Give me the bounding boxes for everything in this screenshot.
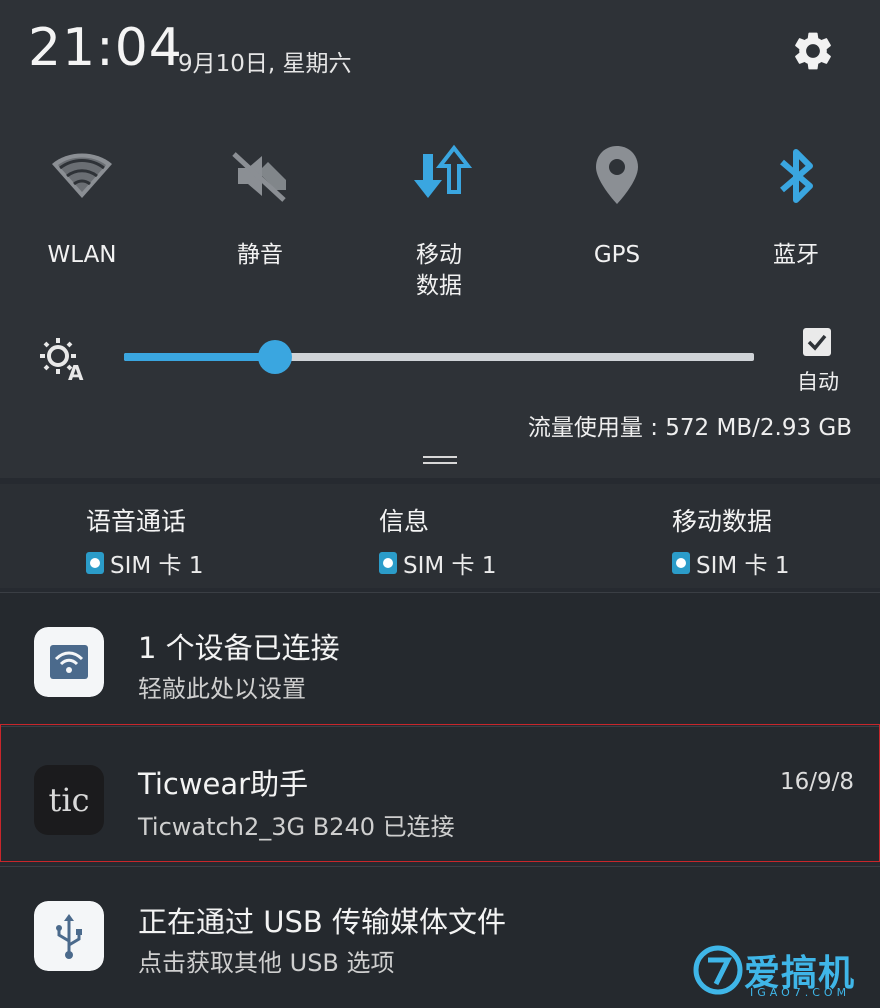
svg-text:A: A [68, 361, 84, 382]
notification-text: 轻敲此处以设置 [138, 675, 306, 703]
bluetooth-icon [780, 149, 813, 203]
brightness-auto-icon: A [40, 338, 84, 382]
quick-settings-panel: 21:04 9月10日, 星期六 WLAN 静音 移动 数据 GPS 蓝牙 A … [0, 0, 880, 478]
data-usage-text[interactable]: 流量使用量 : 572 MB/2.93 GB [528, 408, 852, 442]
notification-ticwear[interactable]: tic Ticwear助手 Ticwatch2_3G B240 已连接 16/9… [0, 726, 880, 861]
sim-card-icon [672, 552, 690, 574]
tile-label: 蓝牙 [773, 242, 819, 268]
auto-brightness-checkbox[interactable] [803, 328, 831, 356]
notification-text: 点击获取其他 USB 选项 [138, 949, 395, 977]
sim-card-icon [86, 552, 104, 574]
tile-bluetooth[interactable]: 蓝牙 [731, 140, 861, 271]
usb-icon [34, 901, 104, 971]
tile-label: WLAN [47, 242, 117, 268]
notification-time: 16/9/8 [779, 769, 854, 795]
sim-voice-call[interactable]: 语音通话 SIM 卡 1 [86, 502, 203, 580]
notification-title: 正在通过 USB 传输媒体文件 [138, 905, 506, 939]
sim-card-icon [379, 552, 397, 574]
notification-title: Ticwear助手 [138, 767, 309, 801]
location-icon [596, 146, 638, 204]
notification-hotspot[interactable]: 1 个设备已连接 轻敲此处以设置 [0, 592, 880, 723]
notification-text: Ticwatch2_3G B240 已连接 [138, 813, 455, 841]
gear-icon[interactable] [790, 28, 836, 74]
mobile-data-icon [414, 144, 473, 198]
sim-messages[interactable]: 信息 SIM 卡 1 [379, 502, 496, 580]
sim-label: SIM 卡 1 [403, 553, 497, 579]
tile-label: GPS [593, 242, 641, 268]
ticwear-app-icon: tic [34, 765, 104, 835]
sim-mobile-data[interactable]: 移动数据 SIM 卡 1 [672, 502, 789, 580]
tile-wlan[interactable]: WLAN [17, 140, 147, 271]
watermark-subtext: IGAO7.COM [750, 986, 851, 999]
tile-gps[interactable]: GPS [552, 140, 682, 271]
tile-label: 静音 [237, 242, 283, 268]
date-label[interactable]: 9月10日, 星期六 [178, 44, 352, 78]
ticwear-logo-text: tic [48, 781, 90, 819]
brightness-slider-fill [124, 353, 276, 361]
mute-icon [232, 152, 286, 202]
brightness-slider[interactable] [124, 340, 754, 374]
sim-label: SIM 卡 1 [110, 553, 204, 579]
drag-handle[interactable] [423, 456, 457, 464]
auto-brightness-label: 自动 [797, 370, 839, 394]
sim-title: 移动数据 [672, 507, 773, 536]
notification-title: 1 个设备已连接 [138, 631, 340, 665]
sim-settings-row: 语音通话 SIM 卡 1 信息 SIM 卡 1 移动数据 SIM 卡 1 [0, 484, 880, 588]
sim-label: SIM 卡 1 [696, 553, 790, 579]
tile-label: 移动 数据 [416, 242, 462, 299]
hotspot-icon [34, 627, 104, 697]
wifi-icon [52, 153, 112, 198]
sim-title: 信息 [379, 507, 430, 536]
brightness-slider-thumb[interactable] [258, 340, 293, 374]
tile-mute[interactable]: 静音 [195, 140, 325, 271]
sim-title: 语音通话 [86, 507, 187, 536]
tile-mobile-data[interactable]: 移动 数据 [374, 140, 504, 302]
clock: 21:04 [28, 18, 183, 78]
